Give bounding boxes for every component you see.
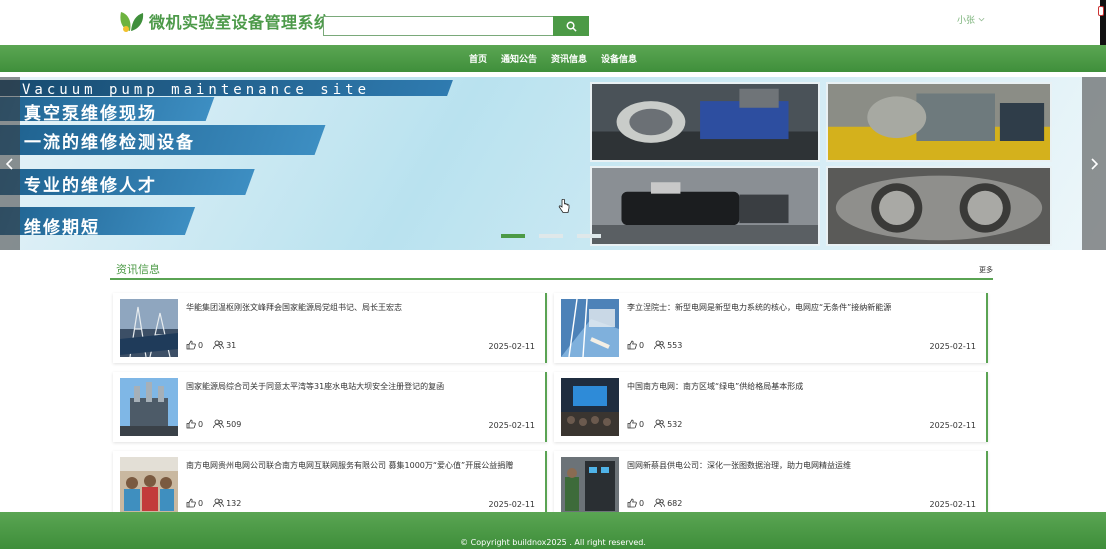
- news-stats: 0 132: [186, 498, 251, 508]
- banner-line-2: 一流的维修检测设备: [24, 133, 195, 153]
- view-count: 682: [667, 498, 683, 508]
- news-thumbnail: [120, 378, 178, 436]
- more-link[interactable]: 更多: [979, 265, 993, 275]
- search-button[interactable]: [553, 16, 589, 36]
- chevron-down-icon: [978, 17, 985, 22]
- nav-notices[interactable]: 通知公告: [501, 52, 537, 65]
- users-icon: [654, 340, 665, 350]
- news-date: 2025-02-11: [488, 500, 536, 509]
- news-stats: 0 553: [627, 340, 692, 350]
- thumbs-up-icon[interactable]: [627, 498, 637, 508]
- view-count: 132: [226, 498, 242, 508]
- news-title: 华能集团温枢刚张文峰拜会国家能源局党组书记、局长王宏志: [186, 303, 402, 312]
- news-thumbnail: [561, 378, 619, 436]
- carousel-dot-2[interactable]: [539, 234, 563, 238]
- carousel-indicators: [501, 234, 601, 238]
- nav-devices[interactable]: 设备信息: [601, 52, 637, 65]
- carousel-next-button[interactable]: [1082, 77, 1106, 250]
- page: 微机实验室设备管理系统 小张 首页 通知公告 资讯信息 设备信息 Vacuum …: [0, 0, 1106, 549]
- news-section-header: 资讯信息 更多: [110, 258, 993, 280]
- banner-line-1: 真空泵维修现场: [24, 104, 157, 124]
- search-bar: [323, 16, 589, 36]
- thumbs-up-icon[interactable]: [186, 419, 196, 429]
- thumbs-up-icon[interactable]: [627, 340, 637, 350]
- news-card[interactable]: 李立浧院士：新型电网是新型电力系统的核心，电网应“无条件”接纳新能源 0 553…: [554, 293, 988, 363]
- users-icon: [654, 498, 665, 508]
- view-count: 532: [667, 419, 683, 429]
- news-title: 国网新蔡县供电公司：深化一张图数据治理，助力电网精益运维: [627, 461, 851, 470]
- notification-icon: [1098, 6, 1104, 16]
- news-date: 2025-02-11: [488, 421, 536, 430]
- news-date: 2025-02-11: [929, 500, 977, 509]
- carousel-prev-button[interactable]: [0, 77, 20, 250]
- banner-photo-3: [590, 166, 820, 246]
- banner-photo-1: [590, 82, 820, 162]
- like-count: 0: [639, 498, 645, 508]
- news-section-title: 资讯信息: [116, 263, 160, 276]
- thumbs-up-icon[interactable]: [186, 498, 196, 508]
- news-title: 中国南方电网：南方区域“绿电”供给格局基本形成: [627, 382, 804, 391]
- news-stats: 0 532: [627, 419, 692, 429]
- nav-news[interactable]: 资讯信息: [551, 52, 587, 65]
- users-icon: [213, 498, 224, 508]
- users-icon: [213, 340, 224, 350]
- hand-cursor-icon: [558, 199, 570, 213]
- news-title: 国家能源局综合司关于同意太平湾等31座水电站大坝安全注册登记的复函: [186, 382, 445, 391]
- banner-graphic: Vacuum pump maintenance site 真空泵维修现场 一流的…: [0, 77, 590, 250]
- banner-english-line: Vacuum pump maintenance site: [22, 82, 371, 98]
- logo[interactable]: 微机实验室设备管理系统: [118, 9, 331, 33]
- banner-photo-2: [826, 82, 1052, 162]
- users-icon: [654, 419, 665, 429]
- like-count: 0: [198, 340, 204, 350]
- news-title: 李立浧院士：新型电网是新型电力系统的核心，电网应“无条件”接纳新能源: [627, 303, 892, 312]
- view-count: 509: [226, 419, 242, 429]
- news-card[interactable]: 中国南方电网：南方区域“绿电”供给格局基本形成 0 532 2025-02-11: [554, 372, 988, 442]
- leaf-logo-icon: [120, 12, 144, 32]
- news-stats: 0 31: [186, 340, 246, 350]
- nav-home[interactable]: 首页: [469, 52, 487, 65]
- news-thumbnail: [561, 457, 619, 515]
- news-thumbnail: [561, 299, 619, 357]
- like-count: 0: [639, 419, 645, 429]
- footer: © Copyright buildnox2025 . All right res…: [0, 512, 1106, 549]
- news-stats: 0 682: [627, 498, 692, 508]
- chevron-right-icon: [1091, 157, 1098, 170]
- chevron-left-icon: [6, 157, 13, 170]
- search-icon: [566, 21, 577, 32]
- news-date: 2025-02-11: [929, 421, 977, 430]
- news-card[interactable]: 国网新蔡县供电公司：深化一张图数据治理，助力电网精益运维 0 682 2025-…: [554, 451, 988, 521]
- news-card[interactable]: 华能集团温枢刚张文峰拜会国家能源局党组书记、局长王宏志 0 31 2025-02…: [113, 293, 547, 363]
- copyright-text: © Copyright buildnox2025 . All right res…: [460, 538, 646, 547]
- news-thumbnail: [120, 299, 178, 357]
- thumbs-up-icon[interactable]: [186, 340, 196, 350]
- like-count: 0: [198, 419, 204, 429]
- news-thumbnail: [120, 457, 178, 515]
- carousel-dot-1[interactable]: [501, 234, 525, 238]
- main-nav: 首页 通知公告 资讯信息 设备信息: [0, 45, 1106, 72]
- like-count: 0: [639, 340, 645, 350]
- news-card[interactable]: 国家能源局综合司关于同意太平湾等31座水电站大坝安全注册登记的复函 0 509 …: [113, 372, 547, 442]
- view-count: 553: [667, 340, 683, 350]
- user-name: 小张: [957, 16, 976, 26]
- banner-carousel: Vacuum pump maintenance site 真空泵维修现场 一流的…: [0, 77, 1106, 250]
- thumbs-up-icon[interactable]: [627, 419, 637, 429]
- banner-line-4: 维修期短: [24, 218, 100, 238]
- news-card[interactable]: 南方电网贵州电网公司联合南方电网互联网服务有限公司 募集1000万“爱心值”开展…: [113, 451, 547, 521]
- like-count: 0: [198, 498, 204, 508]
- news-date: 2025-02-11: [488, 342, 536, 351]
- window-edge: [1098, 0, 1106, 45]
- banner-line-3: 专业的维修人才: [24, 176, 157, 196]
- site-title: 微机实验室设备管理系统: [149, 13, 331, 32]
- news-title: 南方电网贵州电网公司联合南方电网互联网服务有限公司 募集1000万“爱心值”开展…: [186, 461, 514, 470]
- banner-photo-4: [826, 166, 1052, 246]
- search-input[interactable]: [323, 16, 553, 36]
- carousel-dot-3[interactable]: [577, 234, 601, 238]
- news-date: 2025-02-11: [929, 342, 977, 351]
- view-count: 31: [226, 340, 237, 350]
- users-icon: [213, 419, 224, 429]
- news-stats: 0 509: [186, 419, 251, 429]
- header: 微机实验室设备管理系统 小张: [0, 0, 1106, 45]
- user-menu[interactable]: 小张: [957, 13, 985, 26]
